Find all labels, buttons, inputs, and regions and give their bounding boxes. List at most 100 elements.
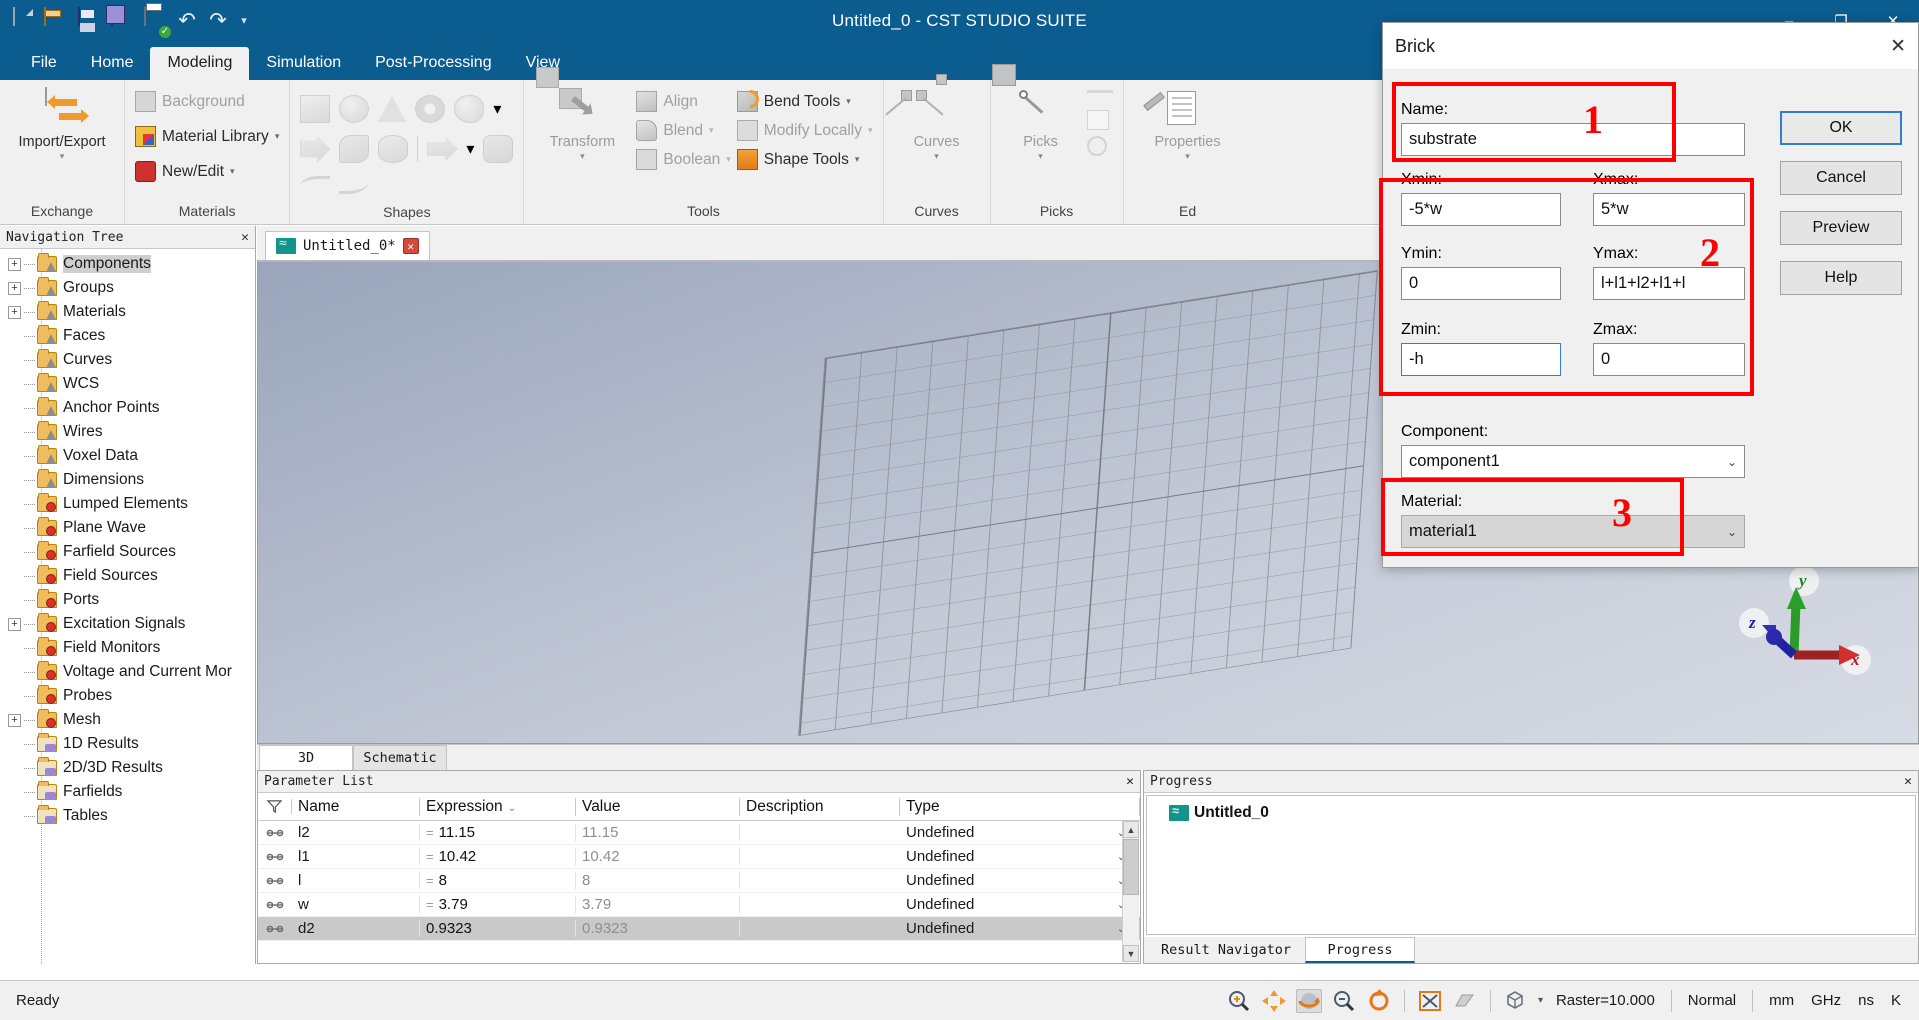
- tree-item-components[interactable]: + Components: [0, 252, 255, 276]
- expand-icon[interactable]: +: [8, 281, 21, 295]
- bend-tools-button[interactable]: Bend Tools ▾: [736, 87, 873, 116]
- pick-edge-icon[interactable]: [1086, 110, 1109, 130]
- column-header-type[interactable]: Type: [900, 797, 1140, 816]
- chevron-down-icon[interactable]: ▾: [493, 99, 501, 119]
- column-header-description[interactable]: Description: [740, 797, 900, 816]
- tab-home[interactable]: Home: [74, 47, 151, 80]
- close-icon[interactable]: ✕: [1890, 35, 1906, 58]
- xmin-input[interactable]: -5*w: [1401, 193, 1561, 226]
- parameter-name[interactable]: l2: [292, 824, 420, 841]
- save-icon[interactable]: [76, 7, 102, 34]
- curve-from-shape-icon[interactable]: [300, 176, 331, 194]
- rotate-view-icon[interactable]: [1366, 988, 1392, 1013]
- parameter-name[interactable]: w: [292, 896, 420, 913]
- tree-item-faces[interactable]: Faces: [0, 324, 255, 348]
- close-icon[interactable]: ✕: [1904, 774, 1912, 789]
- trace-icon[interactable]: [427, 136, 458, 162]
- chevron-down-icon[interactable]: ⌄: [1727, 525, 1737, 539]
- tab-progress[interactable]: Progress: [1305, 937, 1416, 963]
- tree-item-voltage-and-current-mor[interactable]: Voltage and Current Mor: [0, 660, 255, 684]
- chevron-down-icon[interactable]: ▾: [60, 151, 65, 162]
- chevron-down-icon[interactable]: ▾: [466, 139, 474, 159]
- parameter-rows[interactable]: l2 = 11.15 11.15 Undefined⌄ l1 = 10.42 10.42 Unde…: [258, 821, 1140, 941]
- parameter-link-icon[interactable]: [258, 851, 292, 863]
- undo-icon[interactable]: ↶: [175, 8, 199, 34]
- xmax-input[interactable]: 5*w: [1593, 193, 1745, 226]
- close-icon[interactable]: ✕: [402, 238, 419, 254]
- name-input[interactable]: substrate: [1401, 123, 1745, 156]
- boolean-button[interactable]: Boolean ▾: [636, 145, 731, 174]
- shape-tools-button[interactable]: Shape Tools ▾: [736, 145, 873, 174]
- scroll-up-button[interactable]: ▲: [1123, 821, 1139, 838]
- tab-post-processing[interactable]: Post-Processing: [358, 47, 509, 80]
- tab-file[interactable]: File: [14, 47, 74, 80]
- parameter-type-select[interactable]: Undefined⌄: [900, 848, 1140, 865]
- zoom-out-icon[interactable]: [1331, 989, 1357, 1013]
- preview-button[interactable]: Preview: [1780, 211, 1902, 245]
- tree-item-lumped-elements[interactable]: Lumped Elements: [0, 492, 255, 516]
- chevron-down-icon[interactable]: ▾: [1538, 995, 1543, 1006]
- new-edit-material-button[interactable]: New/Edit ▾: [135, 157, 235, 186]
- parameter-expression[interactable]: = 3.79: [420, 896, 576, 913]
- component-select[interactable]: component1 ⌄: [1401, 445, 1745, 478]
- tree-item-probes[interactable]: Probes: [0, 684, 255, 708]
- loft-icon[interactable]: [378, 135, 409, 163]
- tree-item-farfield-sources[interactable]: Farfield Sources: [0, 540, 255, 564]
- parameter-expression[interactable]: = 8: [420, 872, 576, 889]
- parameter-type-select[interactable]: Undefined⌄: [900, 824, 1140, 841]
- chevron-down-icon[interactable]: ▾: [934, 151, 939, 162]
- coil-icon[interactable]: [483, 135, 514, 163]
- material-select[interactable]: material1 ⌄: [1401, 515, 1745, 548]
- customize-qat-icon[interactable]: ▾: [237, 8, 251, 34]
- chevron-down-icon[interactable]: ▾: [709, 125, 714, 136]
- chevron-down-icon[interactable]: ▾: [726, 154, 731, 165]
- tree-item-plane-wave[interactable]: Plane Wave: [0, 516, 255, 540]
- modify-locally-button[interactable]: Modify Locally ▾: [736, 116, 873, 145]
- table-row[interactable]: d2 0.9323 0.9323 Undefined⌄: [258, 917, 1140, 941]
- parameter-link-icon[interactable]: [258, 875, 292, 887]
- tree-item-anchor-points[interactable]: Anchor Points: [0, 396, 255, 420]
- brick-dialog[interactable]: Brick ✕ Name: substrate Xmin: -5*w Ymin:…: [1382, 22, 1919, 568]
- perspective-icon[interactable]: [1452, 989, 1478, 1013]
- parameter-name[interactable]: l1: [292, 848, 420, 865]
- tree-item-farfields[interactable]: Farfields: [0, 780, 255, 804]
- zmax-input[interactable]: 0: [1593, 343, 1745, 376]
- tab-simulation[interactable]: Simulation: [249, 47, 358, 80]
- pick-point-icon[interactable]: [1086, 90, 1113, 104]
- extrude-icon[interactable]: [300, 135, 331, 163]
- pan-icon[interactable]: [1261, 989, 1287, 1013]
- wire-icon[interactable]: [339, 176, 370, 194]
- rotate-shape-icon[interactable]: [339, 135, 370, 163]
- tree-item-1d-results[interactable]: 1D Results: [0, 732, 255, 756]
- help-button[interactable]: Help: [1780, 261, 1902, 295]
- table-row[interactable]: l2 = 11.15 11.15 Undefined⌄: [258, 821, 1140, 845]
- ellipsoid-shape-icon[interactable]: [454, 95, 485, 123]
- ymax-input[interactable]: l+l1+l2+l1+l: [1593, 267, 1745, 300]
- table-row[interactable]: w = 3.79 3.79 Undefined⌄: [258, 893, 1140, 917]
- tab-modeling[interactable]: Modeling: [150, 47, 250, 80]
- tree-item-dimensions[interactable]: Dimensions: [0, 468, 255, 492]
- ymin-input[interactable]: 0: [1401, 267, 1561, 300]
- chevron-down-icon[interactable]: ▾: [580, 151, 585, 162]
- parameter-expression[interactable]: = 11.15: [420, 824, 576, 841]
- expand-icon[interactable]: +: [8, 713, 21, 727]
- background-button[interactable]: Background: [135, 87, 245, 116]
- parameter-link-icon[interactable]: [258, 923, 292, 935]
- tree-item-wcs[interactable]: WCS: [0, 372, 255, 396]
- table-row[interactable]: l=88Undefined⌄: [258, 869, 1140, 893]
- parameter-name[interactable]: d2: [292, 920, 420, 937]
- tree-item-groups[interactable]: + Groups: [0, 276, 255, 300]
- blend-button[interactable]: Blend ▾: [636, 116, 730, 145]
- navigation-tree[interactable]: + Components + Groups + Materials Faces Curves W…: [0, 249, 255, 964]
- redo-icon[interactable]: ↷: [206, 8, 230, 34]
- progress-item[interactable]: Untitled_0: [1169, 803, 1915, 822]
- tree-item-ports[interactable]: Ports: [0, 588, 255, 612]
- cancel-button[interactable]: Cancel: [1780, 161, 1902, 195]
- ok-button[interactable]: OK: [1780, 111, 1902, 145]
- tree-item-2d-3d-results[interactable]: 2D/3D Results: [0, 756, 255, 780]
- parameter-list-scrollbar[interactable]: ▲ ▼: [1122, 821, 1139, 962]
- tab-schematic[interactable]: Schematic: [353, 745, 447, 770]
- scroll-down-button[interactable]: ▼: [1123, 945, 1139, 962]
- chevron-down-icon[interactable]: ⌄: [1727, 455, 1737, 469]
- transform-button[interactable]: Transform ▾: [534, 67, 630, 162]
